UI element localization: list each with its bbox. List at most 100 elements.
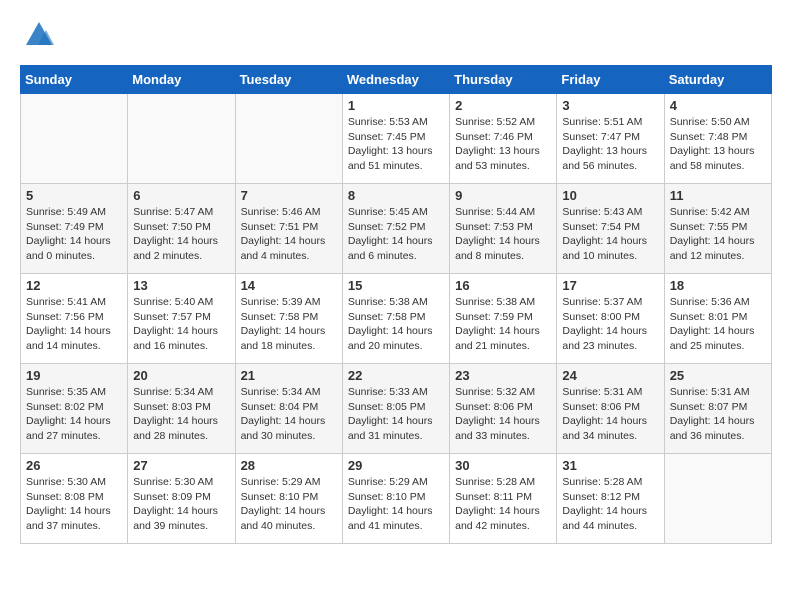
day-number: 20 (133, 368, 229, 383)
day-info: Sunrise: 5:30 AM Sunset: 8:09 PM Dayligh… (133, 475, 229, 534)
calendar-cell: 21 Sunrise: 5:34 AM Sunset: 8:04 PM Dayli… (235, 364, 342, 454)
day-of-week-header: Saturday (664, 66, 771, 94)
day-number: 6 (133, 188, 229, 203)
day-number: 5 (26, 188, 122, 203)
day-info: Sunrise: 5:28 AM Sunset: 8:12 PM Dayligh… (562, 475, 658, 534)
day-number: 18 (670, 278, 766, 293)
day-number: 23 (455, 368, 551, 383)
day-info: Sunrise: 5:31 AM Sunset: 8:06 PM Dayligh… (562, 385, 658, 444)
day-number: 11 (670, 188, 766, 203)
calendar-week-row: 5 Sunrise: 5:49 AM Sunset: 7:49 PM Daylig… (21, 184, 772, 274)
day-number: 14 (241, 278, 337, 293)
calendar-week-row: 1Sunrise: 5:53 AM Sunset: 7:45 PM Daylig… (21, 94, 772, 184)
day-number: 28 (241, 458, 337, 473)
day-number: 16 (455, 278, 551, 293)
day-info: Sunrise: 5:29 AM Sunset: 8:10 PM Dayligh… (348, 475, 444, 534)
day-number: 24 (562, 368, 658, 383)
day-of-week-header: Sunday (21, 66, 128, 94)
day-number: 21 (241, 368, 337, 383)
day-number: 25 (670, 368, 766, 383)
day-of-week-header: Wednesday (342, 66, 449, 94)
day-number: 29 (348, 458, 444, 473)
header (20, 20, 772, 55)
day-number: 4 (670, 98, 766, 113)
calendar-cell: 28Sunrise: 5:29 AM Sunset: 8:10 PM Dayli… (235, 454, 342, 544)
calendar-cell: 19Sunrise: 5:35 AM Sunset: 8:02 PM Dayli… (21, 364, 128, 454)
day-info: Sunrise: 5:36 AM Sunset: 8:01 PM Dayligh… (670, 295, 766, 354)
day-info: Sunrise: 5:53 AM Sunset: 7:45 PM Dayligh… (348, 115, 444, 174)
calendar-cell: 6 Sunrise: 5:47 AM Sunset: 7:50 PM Daylig… (128, 184, 235, 274)
day-info: Sunrise: 5:50 AM Sunset: 7:48 PM Dayligh… (670, 115, 766, 174)
day-number: 2 (455, 98, 551, 113)
calendar-cell: 10Sunrise: 5:43 AM Sunset: 7:54 PM Dayli… (557, 184, 664, 274)
calendar-cell: 14 Sunrise: 5:39 AM Sunset: 7:58 PM Dayli… (235, 274, 342, 364)
day-info: Sunrise: 5:38 AM Sunset: 7:58 PM Dayligh… (348, 295, 444, 354)
day-number: 8 (348, 188, 444, 203)
calendar-cell: 1Sunrise: 5:53 AM Sunset: 7:45 PM Daylig… (342, 94, 449, 184)
day-info: Sunrise: 5:42 AM Sunset: 7:55 PM Dayligh… (670, 205, 766, 264)
day-number: 13 (133, 278, 229, 293)
calendar-cell: 17 Sunrise: 5:37 AM Sunset: 8:00 PM Dayli… (557, 274, 664, 364)
day-info: Sunrise: 5:37 AM Sunset: 8:00 PM Dayligh… (562, 295, 658, 354)
calendar-cell: 23 Sunrise: 5:32 AM Sunset: 8:06 PM Dayli… (450, 364, 557, 454)
calendar-cell (21, 94, 128, 184)
day-of-week-header: Thursday (450, 66, 557, 94)
day-info: Sunrise: 5:41 AM Sunset: 7:56 PM Dayligh… (26, 295, 122, 354)
calendar-header-row: SundayMondayTuesdayWednesdayThursdayFrid… (21, 66, 772, 94)
calendar-cell: 29 Sunrise: 5:29 AM Sunset: 8:10 PM Dayli… (342, 454, 449, 544)
calendar-cell: 16 Sunrise: 5:38 AM Sunset: 7:59 PM Dayli… (450, 274, 557, 364)
day-info: Sunrise: 5:33 AM Sunset: 8:05 PM Dayligh… (348, 385, 444, 444)
calendar-cell: 9Sunrise: 5:44 AM Sunset: 7:53 PM Daylig… (450, 184, 557, 274)
day-info: Sunrise: 5:47 AM Sunset: 7:50 PM Dayligh… (133, 205, 229, 264)
day-of-week-header: Tuesday (235, 66, 342, 94)
day-number: 3 (562, 98, 658, 113)
calendar-cell: 11 Sunrise: 5:42 AM Sunset: 7:55 PM Dayli… (664, 184, 771, 274)
calendar-week-row: 12 Sunrise: 5:41 AM Sunset: 7:56 PM Dayli… (21, 274, 772, 364)
calendar-cell: 15 Sunrise: 5:38 AM Sunset: 7:58 PM Dayli… (342, 274, 449, 364)
day-info: Sunrise: 5:34 AM Sunset: 8:03 PM Dayligh… (133, 385, 229, 444)
calendar-cell: 26 Sunrise: 5:30 AM Sunset: 8:08 PM Dayli… (21, 454, 128, 544)
calendar-cell: 27 Sunrise: 5:30 AM Sunset: 8:09 PM Dayli… (128, 454, 235, 544)
calendar-body: 1Sunrise: 5:53 AM Sunset: 7:45 PM Daylig… (21, 94, 772, 544)
day-number: 30 (455, 458, 551, 473)
day-info: Sunrise: 5:44 AM Sunset: 7:53 PM Dayligh… (455, 205, 551, 264)
calendar-week-row: 19Sunrise: 5:35 AM Sunset: 8:02 PM Dayli… (21, 364, 772, 454)
day-info: Sunrise: 5:49 AM Sunset: 7:49 PM Dayligh… (26, 205, 122, 264)
calendar-table: SundayMondayTuesdayWednesdayThursdayFrid… (20, 65, 772, 544)
calendar-cell: 8Sunrise: 5:45 AM Sunset: 7:52 PM Daylig… (342, 184, 449, 274)
calendar-cell: 5 Sunrise: 5:49 AM Sunset: 7:49 PM Daylig… (21, 184, 128, 274)
calendar-cell: 7Sunrise: 5:46 AM Sunset: 7:51 PM Daylig… (235, 184, 342, 274)
calendar-cell: 2 Sunrise: 5:52 AM Sunset: 7:46 PM Daylig… (450, 94, 557, 184)
day-number: 12 (26, 278, 122, 293)
day-number: 7 (241, 188, 337, 203)
day-info: Sunrise: 5:34 AM Sunset: 8:04 PM Dayligh… (241, 385, 337, 444)
day-number: 26 (26, 458, 122, 473)
calendar-cell (128, 94, 235, 184)
day-of-week-header: Monday (128, 66, 235, 94)
calendar-cell (235, 94, 342, 184)
day-number: 31 (562, 458, 658, 473)
calendar-cell: 31 Sunrise: 5:28 AM Sunset: 8:12 PM Dayli… (557, 454, 664, 544)
day-info: Sunrise: 5:43 AM Sunset: 7:54 PM Dayligh… (562, 205, 658, 264)
calendar-cell (664, 454, 771, 544)
day-number: 17 (562, 278, 658, 293)
day-info: Sunrise: 5:35 AM Sunset: 8:02 PM Dayligh… (26, 385, 122, 444)
day-info: Sunrise: 5:52 AM Sunset: 7:46 PM Dayligh… (455, 115, 551, 174)
calendar-cell: 22Sunrise: 5:33 AM Sunset: 8:05 PM Dayli… (342, 364, 449, 454)
day-info: Sunrise: 5:39 AM Sunset: 7:58 PM Dayligh… (241, 295, 337, 354)
logo-icon (24, 20, 54, 50)
calendar-cell: 13Sunrise: 5:40 AM Sunset: 7:57 PM Dayli… (128, 274, 235, 364)
day-number: 15 (348, 278, 444, 293)
day-number: 27 (133, 458, 229, 473)
calendar-cell: 20 Sunrise: 5:34 AM Sunset: 8:03 PM Dayli… (128, 364, 235, 454)
day-of-week-header: Friday (557, 66, 664, 94)
calendar-cell: 12 Sunrise: 5:41 AM Sunset: 7:56 PM Dayli… (21, 274, 128, 364)
calendar-cell: 18 Sunrise: 5:36 AM Sunset: 8:01 PM Dayli… (664, 274, 771, 364)
day-info: Sunrise: 5:51 AM Sunset: 7:47 PM Dayligh… (562, 115, 658, 174)
calendar-week-row: 26 Sunrise: 5:30 AM Sunset: 8:08 PM Dayli… (21, 454, 772, 544)
day-info: Sunrise: 5:38 AM Sunset: 7:59 PM Dayligh… (455, 295, 551, 354)
day-info: Sunrise: 5:32 AM Sunset: 8:06 PM Dayligh… (455, 385, 551, 444)
calendar-cell: 24 Sunrise: 5:31 AM Sunset: 8:06 PM Dayli… (557, 364, 664, 454)
day-info: Sunrise: 5:30 AM Sunset: 8:08 PM Dayligh… (26, 475, 122, 534)
calendar-cell: 4 Sunrise: 5:50 AM Sunset: 7:48 PM Daylig… (664, 94, 771, 184)
